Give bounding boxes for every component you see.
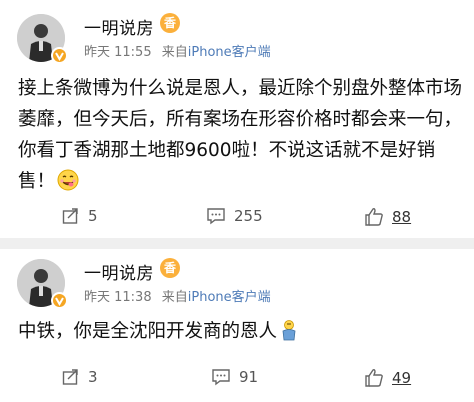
- verified-badge-icon: [51, 292, 68, 309]
- weibo-post-1: 一明说房 香 昨天 11:55 来自iPhone客户端 接上条微博为什么说是恩人…: [0, 0, 474, 238]
- comment-button[interactable]: 255: [206, 207, 263, 225]
- post-text: 接上条微博为什么说是恩人，最近除个别盘外整体市场萎靡，但今天后，所有案场在形容价…: [18, 73, 462, 201]
- author-name[interactable]: 一明说房: [84, 259, 154, 284]
- comment-icon: [212, 369, 230, 386]
- author-tag-icon: 香: [160, 13, 180, 33]
- post-body: 中铁，你是全沈阳开发商的恩人: [18, 321, 278, 342]
- post-time: 昨天 11:38: [84, 290, 152, 305]
- repost-button[interactable]: 5: [62, 207, 98, 225]
- post-source-link[interactable]: iPhone客户端: [188, 45, 271, 60]
- post-time: 昨天 11:55: [84, 45, 152, 60]
- author-tag-icon: 香: [160, 258, 180, 278]
- author-name[interactable]: 一明说房: [84, 14, 154, 39]
- repost-button[interactable]: 3: [62, 368, 98, 386]
- post-body: 接上条微博为什么说是恩人，最近除个别盘外整体市场萎靡，但今天后，所有案场在形容价…: [18, 78, 463, 192]
- post-meta: 昨天 11:38 来自iPhone客户端: [84, 286, 277, 305]
- repost-icon: [62, 369, 78, 385]
- comment-icon: [207, 208, 225, 225]
- verified-badge-icon: [51, 47, 68, 64]
- post-divider: [0, 238, 474, 249]
- comment-button[interactable]: 91: [211, 368, 258, 386]
- bowing-figure-emoji-icon: [279, 319, 299, 351]
- like-button[interactable]: 88: [364, 207, 411, 226]
- source-prefix: 来自: [161, 45, 188, 60]
- comment-count: 91: [239, 368, 259, 386]
- repost-count: 3: [88, 368, 98, 386]
- repost-icon: [62, 208, 78, 224]
- like-count: 49: [392, 368, 412, 387]
- weibo-post-2: 一明说房 香 昨天 11:38 来自iPhone客户端 中铁，你是全沈阳开发商的…: [0, 249, 474, 402]
- thumbs-up-icon: [365, 369, 383, 387]
- post-text: 中铁，你是全沈阳开发商的恩人: [18, 316, 462, 351]
- post-actions: 5 255 88: [0, 203, 474, 233]
- like-button[interactable]: 49: [364, 368, 411, 387]
- like-count: 88: [392, 207, 412, 226]
- comment-count: 255: [234, 207, 263, 225]
- thumbs-up-icon: [365, 208, 383, 226]
- post-meta: 昨天 11:55 来自iPhone客户端: [84, 41, 277, 60]
- yummy-face-emoji-icon: [57, 169, 79, 201]
- post-source-link[interactable]: iPhone客户端: [188, 290, 271, 305]
- source-prefix: 来自: [161, 290, 188, 305]
- post-actions: 3 91 49: [0, 365, 474, 395]
- repost-count: 5: [88, 207, 98, 225]
